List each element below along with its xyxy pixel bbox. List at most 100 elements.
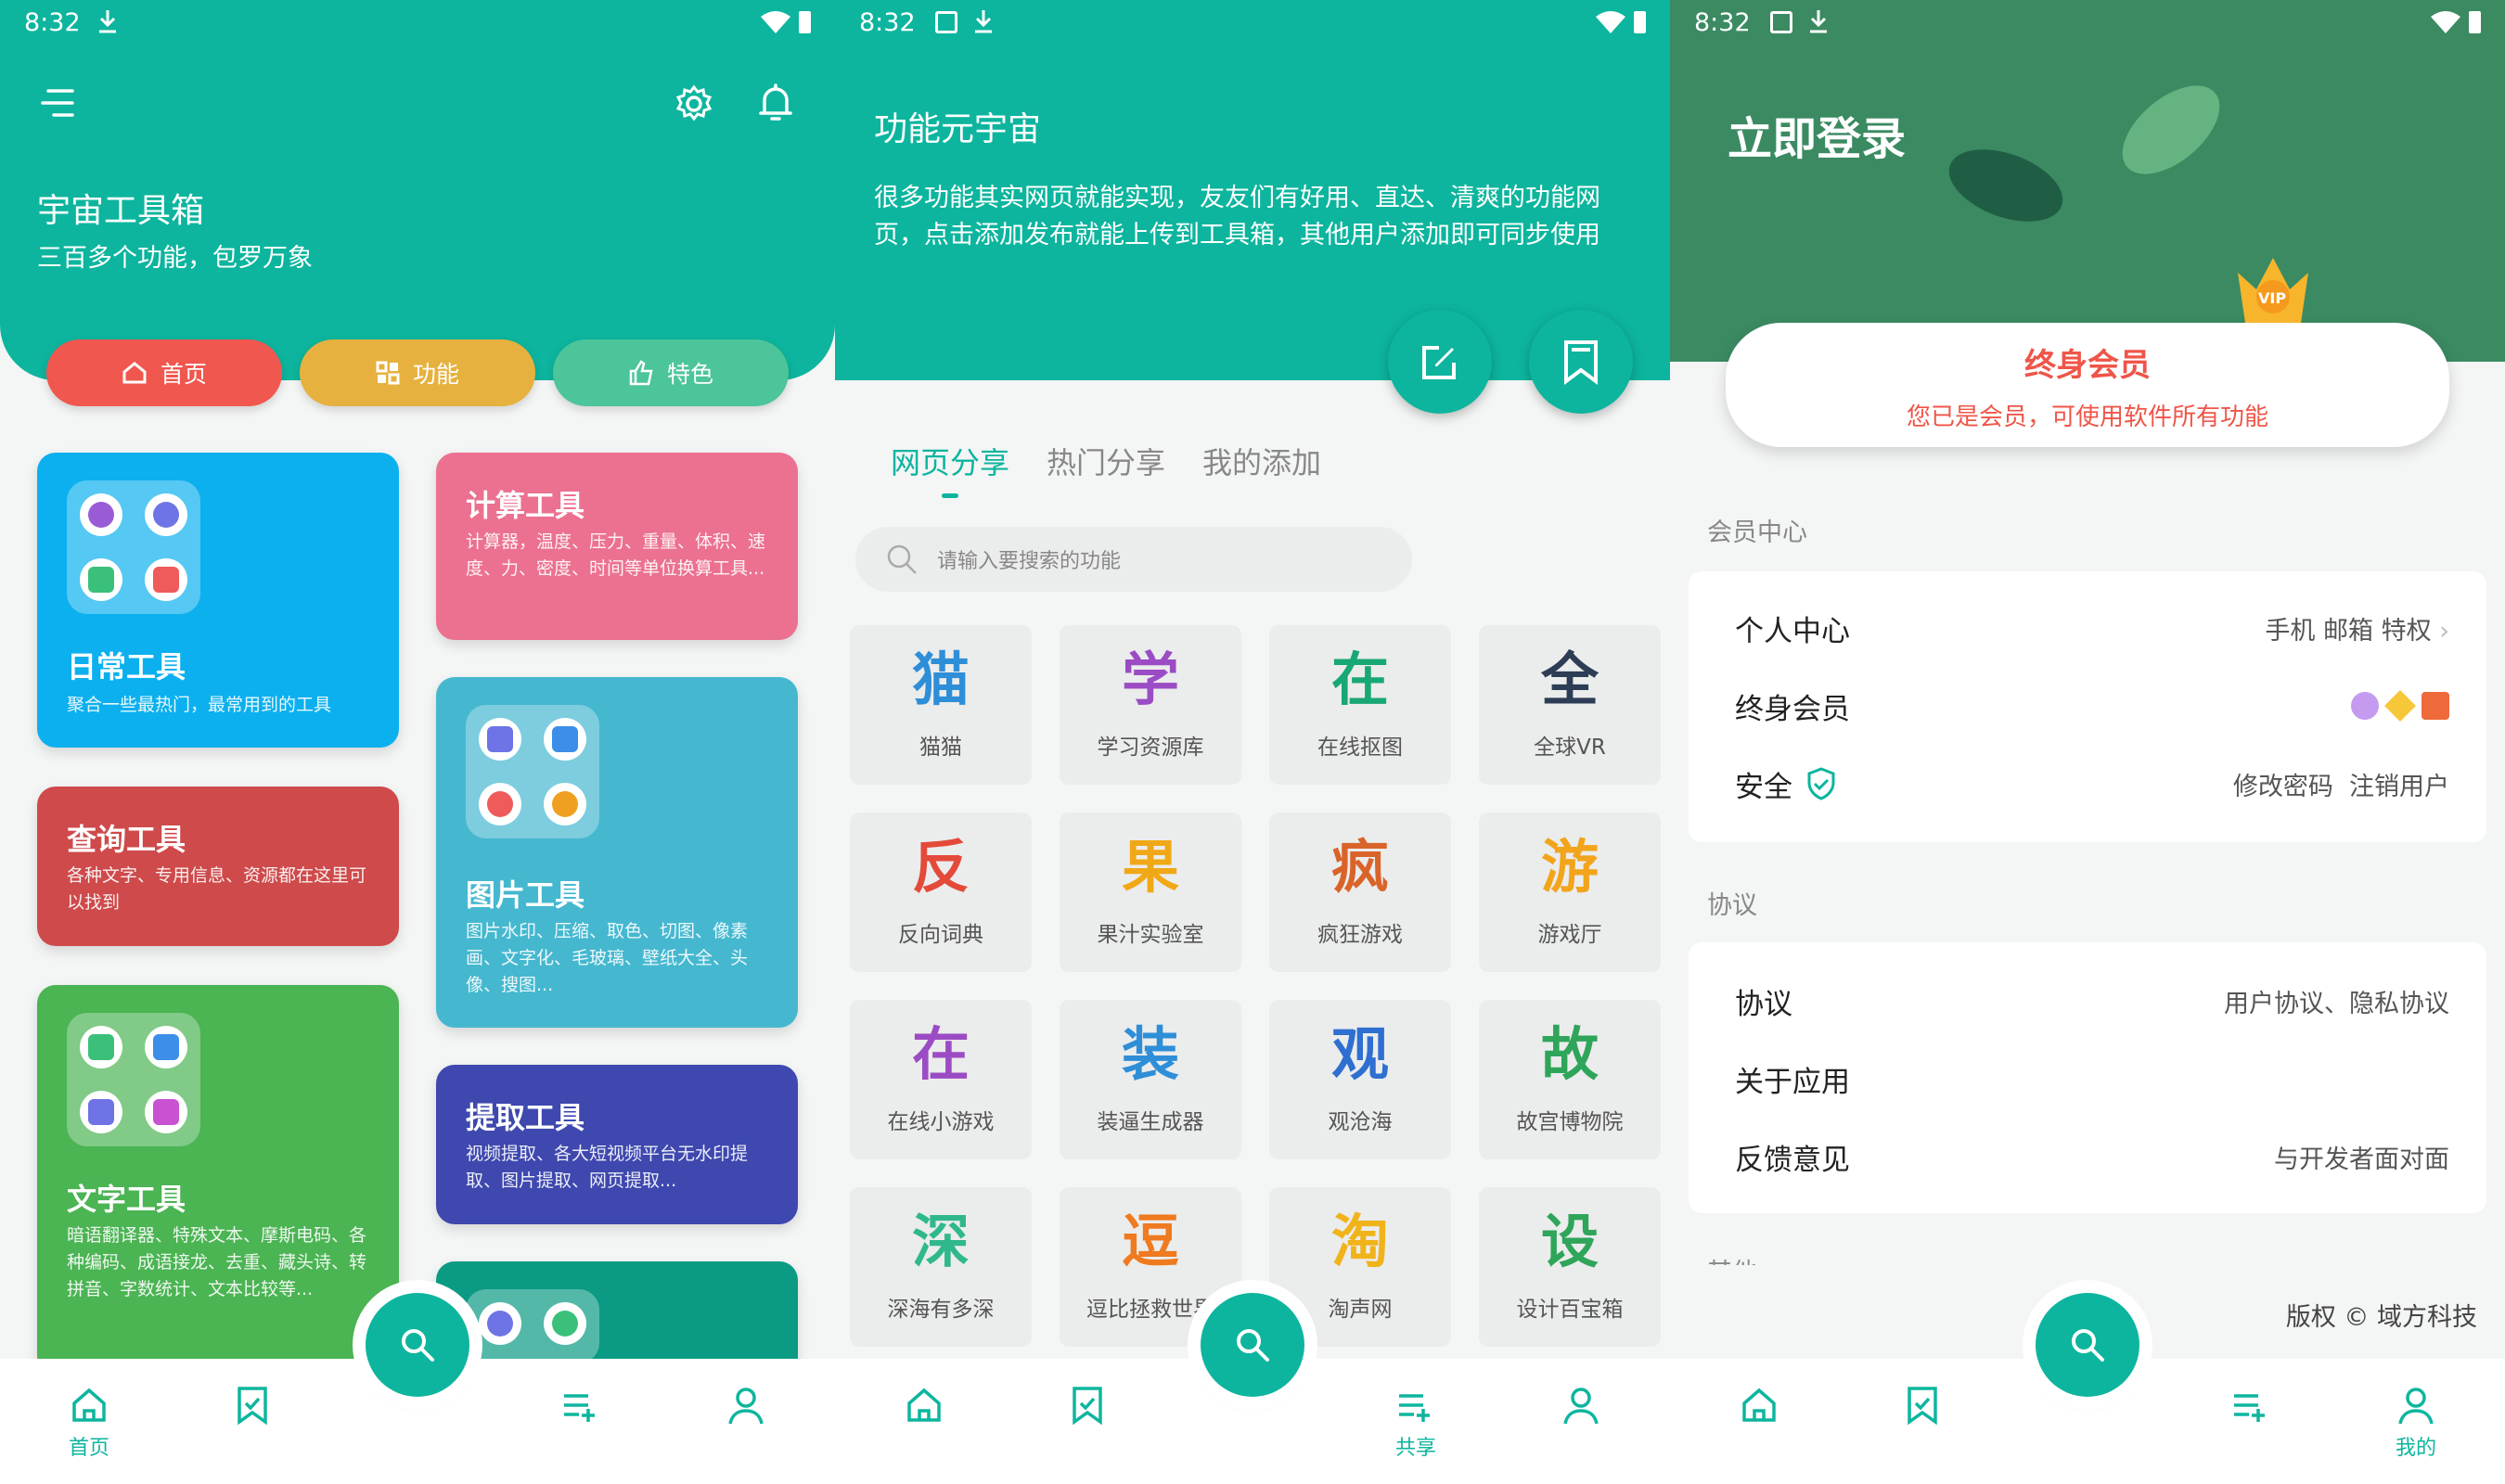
site-tile[interactable]: 在在线抠图 [1269, 625, 1451, 785]
card-text-title: 文字工具 [67, 1182, 186, 1217]
card-text-tools[interactable]: 文字工具 暗语翻译器、特殊文本、摩斯电码、各种编码、成语接龙、去重、藏头诗、转拼… [37, 985, 399, 1375]
site-tile[interactable]: 果果汁实验室 [1060, 812, 1241, 972]
nav-home[interactable] [1722, 1385, 1796, 1431]
site-tile[interactable]: 全全球VR [1479, 625, 1661, 785]
file-icon [145, 1026, 187, 1068]
card-calc-title: 计算工具 [466, 488, 585, 523]
bookmark-button[interactable] [1529, 310, 1633, 414]
wifi-icon [761, 11, 790, 33]
settings-icon[interactable] [674, 83, 714, 124]
site-tile[interactable]: 故故宫博物院 [1479, 1000, 1661, 1159]
site-tile-glyph: 反 [911, 833, 970, 901]
doc-search-icon [80, 558, 122, 601]
nav-share-label: 共享 [1394, 1437, 1436, 1460]
user-icon [1563, 1388, 1599, 1425]
row-about[interactable]: 关于应用 [1735, 1055, 2449, 1102]
card-query-tools[interactable]: 查询工具 各种文字、专用信息、资源都在这里可以找到 [37, 787, 399, 946]
card-image-title: 图片工具 [466, 877, 585, 913]
pill-home[interactable]: 首页 [46, 339, 282, 406]
bookmark-check-icon [1073, 1387, 1102, 1426]
user-icon [2398, 1388, 2434, 1425]
status-time: 8:32 [859, 8, 916, 37]
card-query-title: 查询工具 [67, 822, 186, 857]
card-extract-tools[interactable]: 提取工具 视频提取、各大短视频平台无水印提取、图片提取、网页提取... [436, 1065, 798, 1224]
status-bar: 8:32 [1670, 0, 2505, 46]
vip-icon [2351, 692, 2379, 720]
site-tile-glyph: 逗 [1121, 1208, 1179, 1275]
search-placeholder: 请输入要搜索的功能 [937, 550, 1122, 573]
tab-web-share[interactable]: 网页分享 [891, 440, 1009, 498]
battery-icon [799, 11, 811, 33]
site-tile[interactable]: 设设计百宝箱 [1479, 1187, 1661, 1347]
nav-mine[interactable]: 我的 [2379, 1385, 2453, 1461]
nav-home[interactable] [887, 1385, 961, 1431]
site-tile[interactable]: 深深海有多深 [850, 1187, 1032, 1347]
nav-mine[interactable] [709, 1385, 783, 1431]
vip-crown-icon: VIP [2232, 252, 2314, 325]
site-tile-label: 疯狂游戏 [1317, 923, 1403, 947]
site-tile-label: 全球VR [1534, 736, 1606, 760]
wifi-icon [1596, 11, 1625, 33]
nav-mine[interactable] [1544, 1385, 1618, 1431]
site-tile[interactable]: 游游戏厅 [1479, 812, 1661, 972]
bell-icon[interactable] [757, 82, 794, 124]
site-tile[interactable]: 反反向词典 [850, 812, 1032, 972]
section-agreement: 协议 [1707, 891, 1757, 920]
daily-icon-grid [67, 480, 200, 614]
nav-bookmark[interactable] [1050, 1385, 1124, 1431]
card-calc-tools[interactable]: 计算工具 计算器，温度、压力、重量、体积、速度、力、密度、时间等单位换算工具..… [436, 453, 798, 640]
search-fab[interactable] [2036, 1293, 2139, 1397]
app-subtitle: 三百多个功能，包罗万象 [37, 244, 313, 273]
pill-feature[interactable]: 特色 [553, 339, 789, 406]
site-tile[interactable]: 学学习资源库 [1060, 625, 1241, 785]
screen-mine: 8:32 立即登录 终身会员 您已是会员，可使用软件所有功能 VIP 会员中心 … [1670, 0, 2505, 1484]
row-security[interactable]: 安全 修改密码 注销用户 [1735, 761, 2449, 807]
tab-my-add[interactable]: 我的添加 [1202, 440, 1321, 482]
playlist-add-icon [2234, 1394, 2265, 1422]
nav-home-label: 首页 [68, 1437, 109, 1460]
palette-icon [479, 783, 521, 825]
site-tile-glyph: 装 [1121, 1020, 1179, 1088]
clover-icon [145, 493, 187, 536]
nav-bookmark[interactable] [215, 1385, 289, 1431]
nav-mine-label: 我的 [2395, 1437, 2436, 1460]
site-tile-glyph: 淘 [1330, 1208, 1389, 1275]
nav-share[interactable]: 共享 [1379, 1385, 1453, 1461]
search-fab[interactable] [1201, 1293, 1304, 1397]
site-tile[interactable]: 猫猫猫 [850, 625, 1032, 785]
card-image-tools[interactable]: 图片工具 图片水印、压缩、取色、切图、像素画、文字化、毛玻璃、壁纸大全、头像、搜… [436, 677, 798, 1028]
row-agreement[interactable]: 协议 用户协议、隐私协议 [1735, 978, 2449, 1024]
site-tile[interactable]: 疯疯狂游戏 [1269, 812, 1451, 972]
search-input[interactable]: 请输入要搜索的功能 [855, 527, 1412, 592]
share-title: 功能元宇宙 [874, 110, 1042, 148]
row-feedback[interactable]: 反馈意见 与开发者面对面 [1735, 1133, 2449, 1180]
site-tile-label: 观沧海 [1328, 1110, 1393, 1134]
row-lifetime-member[interactable]: 终身会员 [1735, 683, 2449, 729]
card-extract-title: 提取工具 [466, 1100, 585, 1135]
nav-share[interactable] [544, 1385, 618, 1431]
login-button[interactable]: 立即登录 [1728, 102, 1906, 167]
pill-function[interactable]: 功能 [300, 339, 535, 406]
edit-button[interactable] [1388, 310, 1492, 414]
nav-share[interactable] [2214, 1385, 2288, 1431]
card-daily-title: 日常工具 [67, 649, 186, 684]
search-icon [2072, 1329, 2104, 1362]
vip-card[interactable]: 终身会员 您已是会员，可使用软件所有功能 [1726, 323, 2449, 447]
site-tile[interactable]: 观观沧海 [1269, 1000, 1451, 1159]
vip-subtitle: 您已是会员，可使用软件所有功能 [1906, 403, 2268, 431]
search-fab[interactable] [366, 1293, 469, 1397]
image-icon-grid [466, 705, 599, 838]
search-icon [402, 1329, 434, 1362]
card-daily-tools[interactable]: 日常工具 聚合一些最热门，最常用到的工具 [37, 453, 399, 748]
site-tile[interactable]: 在在线小游戏 [850, 1000, 1032, 1159]
status-bar: 8:32 [835, 0, 1670, 46]
row-personal-center[interactable]: 个人中心 手机 邮箱 特权 › [1735, 605, 2449, 651]
gift-icon [2422, 692, 2449, 720]
vip-badge-text: VIP [2258, 289, 2287, 307]
menu-icon[interactable] [41, 87, 78, 119]
nav-bookmark[interactable] [1885, 1385, 1959, 1431]
site-tile[interactable]: 装装逼生成器 [1060, 1000, 1241, 1159]
section-other: 其他 [1707, 1252, 1757, 1265]
nav-home[interactable]: 首页 [52, 1385, 126, 1461]
tab-hot-share[interactable]: 热门分享 [1047, 440, 1165, 482]
